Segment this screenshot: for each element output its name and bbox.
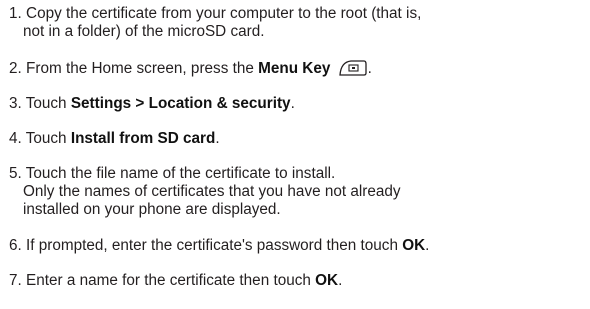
step-number: 5.: [9, 165, 22, 182]
instruction-list: 1. Copy the certificate from your comput…: [0, 0, 590, 309]
step-text: Touch: [25, 130, 71, 147]
step-number: 3.: [9, 95, 22, 112]
step-end: .: [367, 60, 372, 77]
menu-key-icon: [338, 59, 368, 81]
step-5: 5. Touch the file name of the certificat…: [9, 165, 401, 219]
step-text: Touch the file name of the certificate t…: [25, 165, 336, 182]
step-number: 7.: [9, 272, 22, 289]
menu-key-label: Menu Key: [258, 60, 331, 77]
step-text-continued: installed on your phone are displayed.: [23, 201, 281, 218]
step-7: 7. Enter a name for the certificate then…: [9, 272, 342, 290]
step-text-continued: Only the names of certificates that you …: [23, 183, 401, 200]
step-text: From the Home screen, press the: [26, 60, 259, 77]
step-4: 4. Touch Install from SD card.: [9, 130, 220, 148]
step-2: 2. From the Home screen, press the Menu …: [9, 59, 372, 81]
install-option: Install from SD card: [70, 130, 216, 147]
step-number: 4.: [9, 130, 22, 147]
ok-label: OK: [315, 272, 339, 289]
step-3: 3. Touch Settings > Location & security.: [9, 95, 295, 113]
step-text-continued: not in a folder) of the microSD card.: [23, 23, 265, 40]
step-number: 1.: [9, 5, 22, 22]
step-text: Touch: [25, 95, 71, 112]
step-6: 6. If prompted, enter the certificate's …: [9, 237, 429, 255]
step-number: 2.: [9, 60, 22, 77]
step-end: .: [215, 130, 220, 147]
step-text: Copy the certificate from your computer …: [26, 5, 422, 22]
step-text: Enter a name for the certificate then to…: [26, 272, 316, 289]
step-end: .: [338, 272, 343, 289]
step-number: 6.: [9, 237, 22, 254]
step-end: .: [425, 237, 430, 254]
step-text: If prompted, enter the certificate's pas…: [26, 237, 403, 254]
step-end: .: [290, 95, 295, 112]
settings-path: Settings > Location & security: [70, 95, 291, 112]
ok-label: OK: [402, 237, 426, 254]
step-1: 1. Copy the certificate from your comput…: [9, 5, 421, 41]
